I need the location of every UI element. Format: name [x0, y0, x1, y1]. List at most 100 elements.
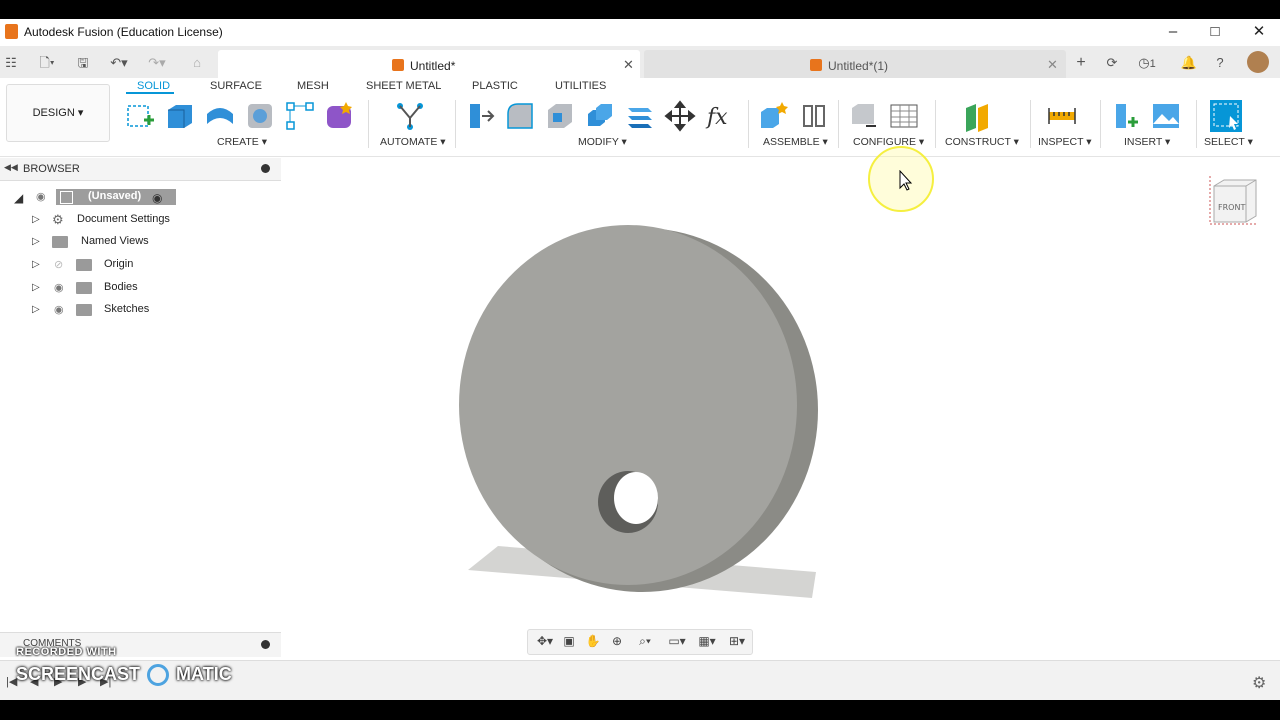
hole-through: [614, 472, 658, 524]
offset-face-icon[interactable]: [624, 100, 656, 132]
activate-radio-icon[interactable]: ◉: [152, 191, 162, 205]
combine-icon[interactable]: [584, 100, 616, 132]
redo-icon[interactable]: ↷▾: [142, 55, 172, 71]
visibility-eye-icon[interactable]: ◉: [54, 281, 64, 294]
home-icon[interactable]: ⌂: [188, 55, 206, 71]
letterbox-top: [0, 0, 1280, 19]
notifications-icon[interactable]: 🔔: [1180, 55, 1198, 71]
grid-snaps-icon[interactable]: ▦▾: [694, 634, 720, 650]
tab-untitled-1[interactable]: Untitled*(1) ✕: [644, 50, 1066, 78]
extrude-icon[interactable]: [164, 100, 196, 132]
expand-collapse-icon[interactable]: ◢: [14, 191, 23, 205]
tab-solid[interactable]: SOLID: [137, 80, 170, 92]
modify-group-label[interactable]: MODIFY ▾: [578, 136, 627, 148]
maximize-button[interactable]: □: [1194, 21, 1236, 43]
change-parameters-icon[interactable]: fx: [704, 100, 736, 132]
close-tab-icon[interactable]: ✕: [1047, 57, 1058, 73]
construct-group-label[interactable]: CONSTRUCT ▾: [945, 136, 1019, 148]
pattern-icon[interactable]: [284, 100, 316, 132]
viewport-3d-model[interactable]: [440, 200, 840, 620]
extensions-icon[interactable]: ⟳: [1103, 55, 1121, 71]
look-at-icon[interactable]: ▣: [560, 634, 578, 650]
joint-icon[interactable]: [798, 100, 830, 132]
revolve-icon[interactable]: [204, 100, 236, 132]
tab-utilities[interactable]: UTILITIES: [555, 80, 606, 92]
expand-arrow-icon[interactable]: ▷: [32, 214, 40, 225]
press-pull-icon[interactable]: [464, 100, 496, 132]
visibility-eye-icon[interactable]: ◉: [54, 303, 64, 316]
configuration-table-icon[interactable]: [888, 100, 920, 132]
tab-surface[interactable]: SURFACE: [210, 80, 262, 92]
insert-canvas-icon[interactable]: [1150, 100, 1182, 132]
measure-icon[interactable]: [1046, 100, 1078, 132]
tab-untitled[interactable]: Untitled* ✕: [218, 50, 640, 78]
expand-arrow-icon[interactable]: ▷: [32, 259, 40, 270]
expand-arrow-icon[interactable]: ▷: [32, 304, 40, 315]
group-divider: [838, 100, 839, 148]
new-component-icon[interactable]: [758, 100, 790, 132]
automate-icon[interactable]: [394, 100, 426, 132]
shell-icon[interactable]: [544, 100, 576, 132]
gear-icon: ⚙: [52, 212, 64, 227]
letterbox-bottom: [0, 700, 1280, 720]
group-divider: [748, 100, 749, 148]
pan-icon[interactable]: ✋: [584, 634, 602, 650]
browser-item-bodies[interactable]: ▷ ◉ Bodies: [0, 277, 281, 299]
display-settings-icon[interactable]: ▭▾: [664, 634, 690, 650]
tab-plastic[interactable]: PLASTIC: [472, 80, 518, 92]
expand-arrow-icon[interactable]: ▷: [32, 236, 40, 247]
group-divider: [368, 100, 369, 148]
zoom-icon[interactable]: ⊕: [608, 634, 626, 650]
browser-item-named-views[interactable]: ▷ Named Views: [0, 231, 281, 253]
timeline-settings-gear-icon[interactable]: ⚙: [1252, 673, 1266, 693]
insert-group-label[interactable]: INSERT ▾: [1124, 136, 1170, 148]
assemble-group-label[interactable]: ASSEMBLE ▾: [763, 136, 828, 148]
viewports-icon[interactable]: ⊞▾: [724, 634, 750, 650]
orbit-icon[interactable]: ✥▾: [532, 634, 558, 650]
user-avatar[interactable]: [1247, 51, 1269, 73]
create-form-icon[interactable]: [324, 100, 356, 132]
browser-header[interactable]: ◀◀ BROWSER: [0, 158, 281, 181]
save-icon[interactable]: 🖫: [74, 55, 92, 71]
new-tab-icon[interactable]: +: [1072, 55, 1090, 71]
close-tab-icon[interactable]: ✕: [623, 57, 634, 73]
toolbar-ribbon: DESIGN ▾ SOLID SURFACE MESH SHEET METAL …: [0, 78, 1280, 157]
collapse-browser-icon[interactable]: ◀◀: [4, 162, 18, 173]
fillet-icon[interactable]: [504, 100, 536, 132]
configure-design-icon[interactable]: [848, 100, 880, 132]
hidden-eye-icon[interactable]: ⊘: [54, 258, 63, 271]
inspect-group-label[interactable]: INSPECT ▾: [1038, 136, 1092, 148]
browser-root-row[interactable]: ◢ ◉ (Unsaved) ◉: [0, 186, 281, 208]
expand-arrow-icon[interactable]: ▷: [32, 282, 40, 293]
select-icon[interactable]: [1210, 100, 1242, 132]
viewcube[interactable]: FRONT: [1206, 172, 1268, 230]
configure-group-label[interactable]: CONFIGURE ▾: [853, 136, 924, 148]
job-status-icon[interactable]: ◷1: [1134, 55, 1160, 71]
automate-group-label[interactable]: AUTOMATE ▾: [380, 136, 446, 148]
close-window-button[interactable]: ✕: [1238, 21, 1280, 43]
tab-mesh[interactable]: MESH: [297, 80, 329, 92]
hole-icon[interactable]: [244, 100, 276, 132]
active-tab-indicator: [126, 92, 174, 94]
move-copy-icon[interactable]: [664, 100, 696, 132]
visibility-eye-icon[interactable]: ◉: [36, 190, 46, 203]
workspace-switcher[interactable]: DESIGN ▾: [6, 84, 110, 142]
create-group-label[interactable]: CREATE ▾: [217, 136, 267, 148]
minimize-button[interactable]: –: [1152, 21, 1194, 43]
help-icon[interactable]: ?: [1211, 55, 1229, 71]
fit-icon[interactable]: ⌕▾: [632, 634, 658, 650]
create-sketch-icon[interactable]: [124, 100, 156, 132]
file-menu-icon[interactable]: 🗋▾: [32, 55, 62, 71]
browser-item-document-settings[interactable]: ▷ ⚙ Document Settings: [0, 209, 281, 231]
add-comment-icon[interactable]: [261, 640, 270, 649]
app-grid-icon[interactable]: ☷: [2, 55, 20, 71]
browser-item-origin[interactable]: ▷ ⊘ Origin: [0, 254, 281, 276]
tab-sheet-metal[interactable]: SHEET METAL: [366, 80, 441, 92]
browser-pin-icon[interactable]: [261, 164, 270, 173]
undo-icon[interactable]: ↶▾: [104, 55, 134, 71]
select-group-label[interactable]: SELECT ▾: [1204, 136, 1253, 148]
offset-plane-icon[interactable]: [962, 100, 994, 132]
browser-item-sketches[interactable]: ▷ ◉ Sketches: [0, 299, 281, 321]
watermark-word-a: SCREENCAST: [16, 664, 141, 684]
insert-derive-icon[interactable]: [1110, 100, 1142, 132]
